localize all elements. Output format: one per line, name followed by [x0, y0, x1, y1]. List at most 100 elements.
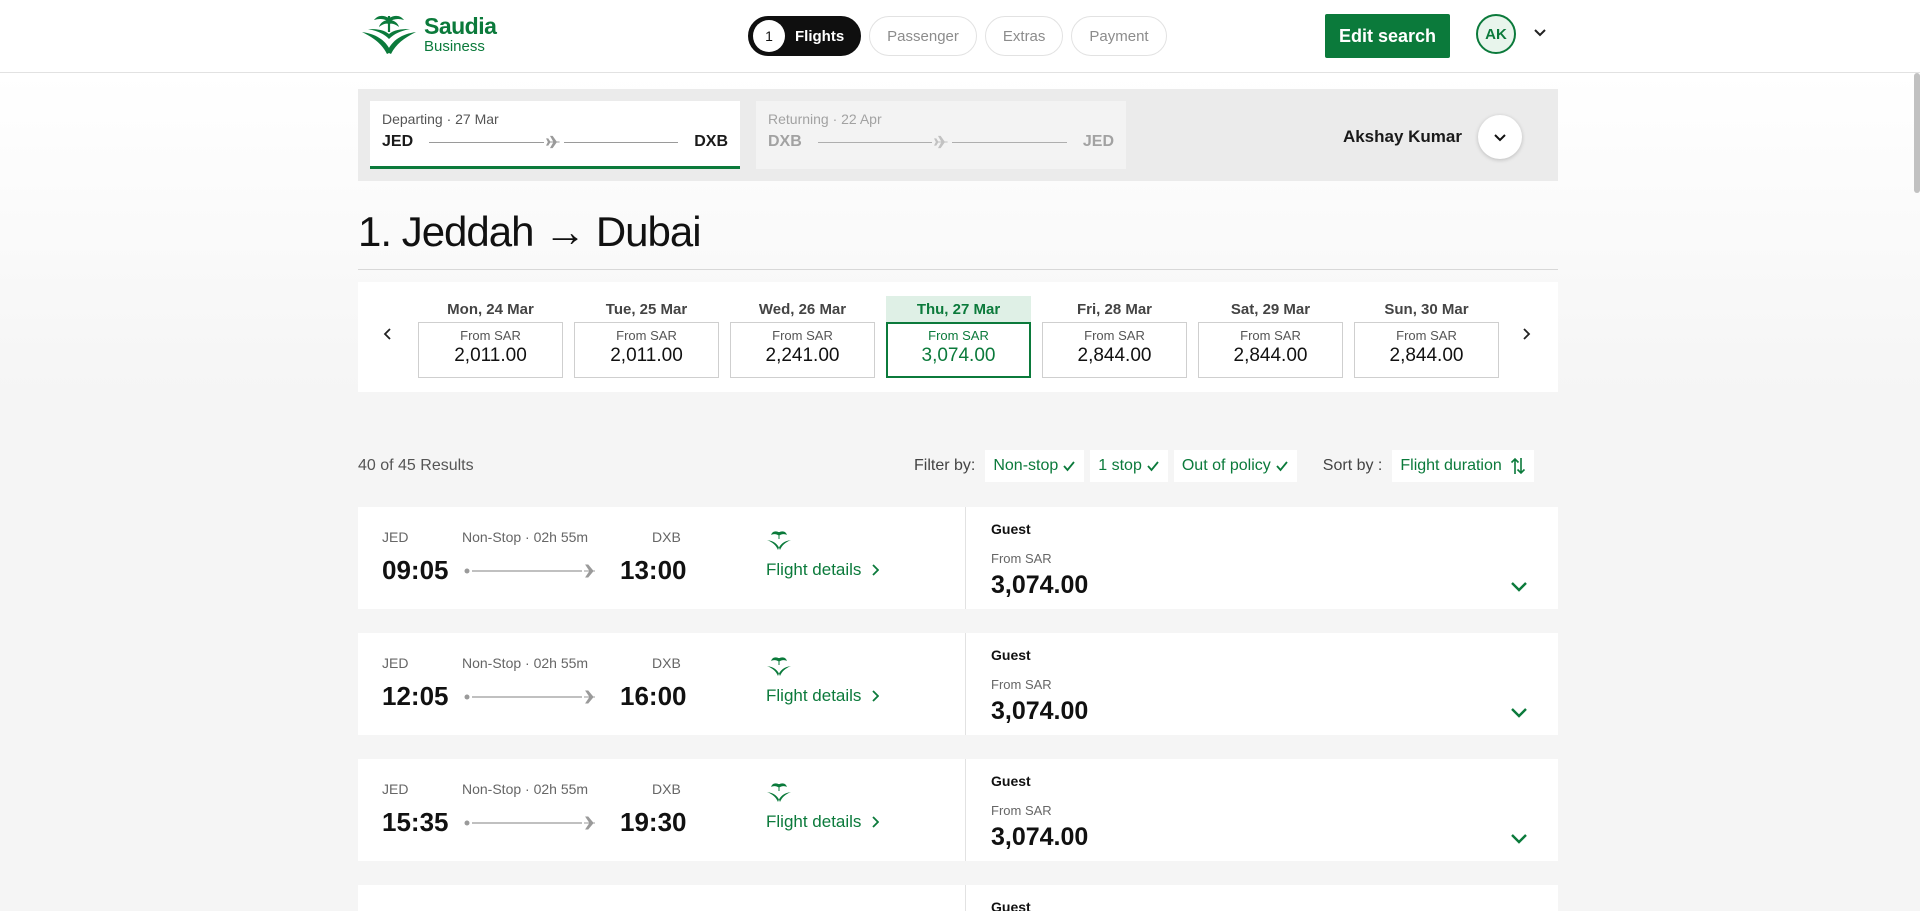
- filter-label: Filter by:: [914, 457, 976, 474]
- previous-dates-button[interactable]: [376, 322, 400, 346]
- destination-code: DXB: [652, 781, 681, 797]
- date-option[interactable]: Sat, 29 Mar From SAR 2,844.00: [1198, 296, 1343, 378]
- divider: [358, 269, 1558, 270]
- fare-from-label: From SAR: [991, 677, 1052, 692]
- date-price: 3,074.00: [921, 345, 996, 366]
- flight-details-label: Flight details: [766, 812, 862, 831]
- origin-code: JED: [382, 529, 409, 545]
- returning-leg-tab[interactable]: Returning · 22 Apr DXB JED: [756, 101, 1126, 169]
- results-count: 40 of 45 Results: [358, 457, 474, 474]
- from-label: From SAR: [1240, 328, 1301, 343]
- origin-code: JED: [382, 133, 414, 150]
- date-option[interactable]: Sun, 30 Mar From SAR 2,844.00: [1354, 296, 1499, 378]
- flight-details-link[interactable]: Flight details: [766, 560, 880, 580]
- step-passenger[interactable]: Passenger: [869, 16, 977, 56]
- date-option[interactable]: Fri, 28 Mar From SAR 2,844.00: [1042, 296, 1187, 378]
- arrival-time: 16:00: [620, 681, 687, 711]
- chevron-down-icon[interactable]: [1510, 707, 1528, 719]
- fare-price: 3,074.00: [991, 823, 1089, 851]
- destination-code: DXB: [652, 655, 681, 671]
- fare-from-label: From SAR: [991, 551, 1052, 566]
- step-payment[interactable]: Payment: [1071, 16, 1167, 56]
- check-icon: [1063, 461, 1075, 472]
- flight-card[interactable]: JED Non-Stop · 02h 55m DXB 12:05 16:00 F…: [358, 633, 1558, 735]
- stops-duration: Non-Stop · 02h 55m: [462, 781, 589, 797]
- date-price: 2,011.00: [454, 345, 527, 366]
- sort-dropdown[interactable]: Flight duration: [1392, 450, 1534, 482]
- flight-details-link[interactable]: Flight details: [766, 686, 880, 706]
- chevron-down-icon[interactable]: [1510, 833, 1528, 845]
- top-header: Saudia Business 1 Flights Passenger Extr…: [0, 0, 1920, 73]
- date-label: Sun, 30 Mar: [1384, 300, 1469, 318]
- filter-chip-label: 1 stop: [1098, 457, 1142, 474]
- next-dates-button[interactable]: [1514, 322, 1538, 346]
- traveller-name: Akshay Kumar: [1342, 127, 1462, 146]
- fare-type: Guest: [991, 521, 1031, 537]
- sort-value: Flight duration: [1400, 457, 1502, 474]
- flight-details-link[interactable]: Flight details: [766, 812, 880, 832]
- palm-swords-logo-icon: [362, 15, 416, 54]
- date-label: Mon, 24 Mar: [447, 300, 534, 318]
- fare-type: Guest: [991, 773, 1031, 789]
- date-option-selected[interactable]: Thu, 27 Mar From SAR 3,074.00: [886, 296, 1031, 378]
- filter-chip-label: Out of policy: [1181, 457, 1271, 474]
- chevron-down-icon[interactable]: [1532, 24, 1548, 40]
- step-extras[interactable]: Extras: [984, 16, 1064, 56]
- chevron-right-icon: [872, 816, 880, 828]
- departing-label: Departing · 27 Mar: [382, 111, 499, 127]
- avatar[interactable]: AK: [1476, 14, 1516, 54]
- filter-chip-out-of-policy[interactable]: Out of policy: [1173, 450, 1297, 482]
- date-option[interactable]: Mon, 24 Mar From SAR 2,011.00: [418, 296, 563, 378]
- date-price: 2,844.00: [1077, 345, 1152, 366]
- traveller-dropdown-button[interactable]: [1478, 115, 1522, 159]
- filter-chip-label: Non-stop: [993, 457, 1059, 474]
- fare-price: 3,074.00: [991, 697, 1089, 725]
- step-label: Extras: [1002, 27, 1046, 45]
- saudia-logo[interactable]: Saudia Business: [358, 12, 497, 56]
- destination-code: JED: [1082, 133, 1114, 150]
- chevron-down-icon: [1494, 134, 1506, 142]
- brand-subname: Business: [424, 37, 485, 55]
- stops-duration: Non-Stop · 02h 55m: [462, 655, 589, 671]
- departing-leg-tab[interactable]: Departing · 27 Mar JED DXB: [370, 101, 740, 169]
- edit-search-button[interactable]: Edit search: [1325, 14, 1450, 58]
- filter-chip-non-stop[interactable]: Non-stop: [985, 450, 1085, 482]
- departure-time: 09:05: [382, 555, 449, 585]
- route-line-icon: [464, 690, 595, 704]
- destination-code: DXB: [652, 529, 681, 545]
- step-label: Flights: [795, 27, 845, 45]
- flight-details-label: Flight details: [766, 686, 862, 705]
- filter-sort-bar: Filter by: Non-stop 1 stop Out of policy…: [914, 450, 1534, 482]
- date-option[interactable]: Tue, 25 Mar From SAR 2,011.00: [574, 296, 719, 378]
- date-label: Fri, 28 Mar: [1076, 300, 1153, 318]
- fare-price: 3,074.00: [991, 571, 1089, 599]
- check-icon: [1276, 461, 1288, 472]
- chevron-right-icon: [1523, 328, 1531, 340]
- step-flights[interactable]: 1 Flights: [748, 16, 862, 56]
- date-label: Sat, 29 Mar: [1230, 300, 1311, 318]
- departure-time: 12:05: [382, 681, 449, 711]
- destination-code: DXB: [694, 133, 728, 150]
- date-price: 2,844.00: [1233, 345, 1308, 366]
- chevron-right-icon: [872, 564, 880, 576]
- sort-label: Sort by :: [1322, 457, 1383, 474]
- flight-card[interactable]: JED Non-Stop · 02h 55m DXB 09:05 13:00 F…: [358, 507, 1558, 609]
- filter-chip-1-stop[interactable]: 1 stop: [1090, 450, 1168, 482]
- chevron-left-icon: [383, 328, 391, 340]
- arrival-time: 13:00: [620, 555, 687, 585]
- departure-time: 15:35: [382, 807, 449, 837]
- booking-steps: 1 Flights Passenger Extras Payment: [748, 16, 1167, 56]
- page-title: 1. Jeddah → Dubai: [358, 208, 702, 255]
- flight-card[interactable]: JED Non-Stop · 02h 55m DXB 15:35 19:30 F…: [358, 759, 1558, 861]
- flight-details-label: Flight details: [766, 560, 862, 579]
- check-icon: [1147, 461, 1159, 472]
- chevron-down-icon[interactable]: [1510, 581, 1528, 593]
- page-scrollbar[interactable]: [1914, 73, 1920, 193]
- date-option[interactable]: Wed, 26 Mar From SAR 2,241.00: [730, 296, 875, 378]
- flight-card[interactable]: Guest: [358, 885, 1558, 911]
- chevron-right-icon: [872, 690, 880, 702]
- date-price: 2,011.00: [610, 345, 683, 366]
- origin-code: DXB: [768, 133, 802, 150]
- stops-duration: Non-Stop · 02h 55m: [462, 529, 589, 545]
- origin-code: JED: [382, 781, 409, 797]
